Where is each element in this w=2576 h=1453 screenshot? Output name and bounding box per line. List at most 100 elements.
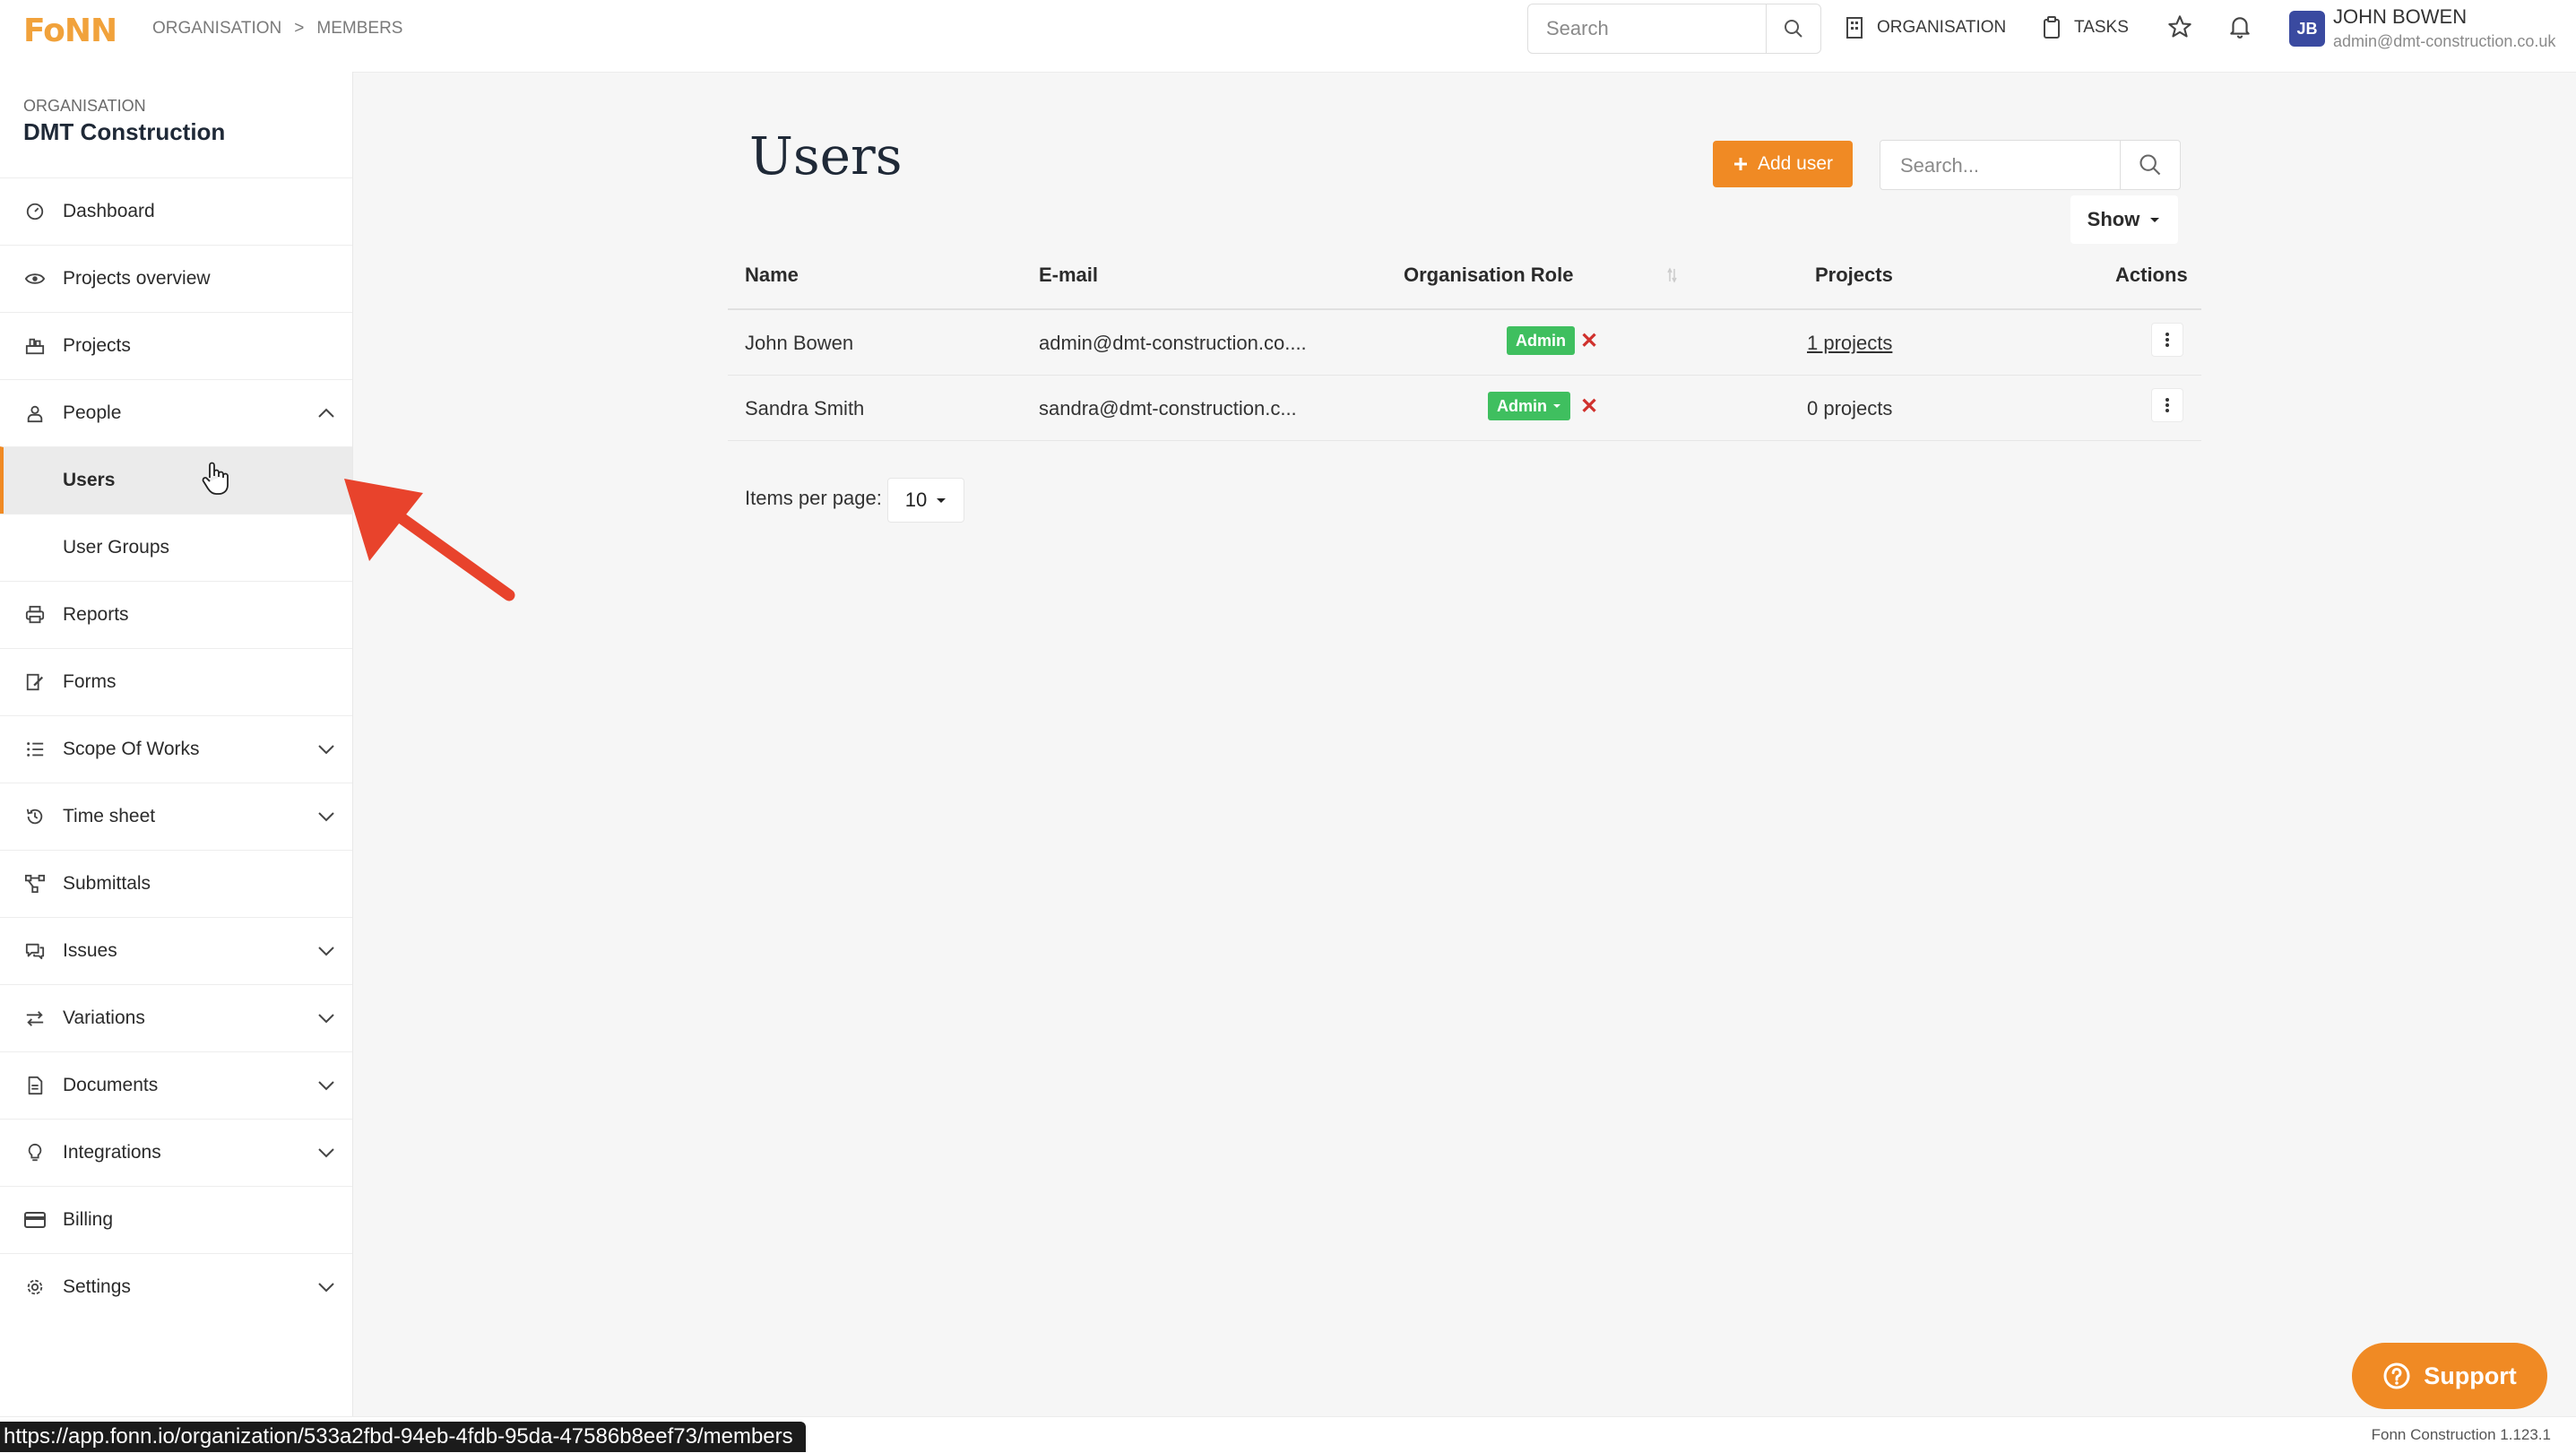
history-icon (23, 805, 47, 828)
sidebar-item-documents[interactable]: Documents (0, 1051, 352, 1119)
column-header-email[interactable]: E-mail (1039, 264, 1098, 287)
user-search-input[interactable] (1898, 148, 2117, 184)
add-user-button[interactable]: Add user (1713, 141, 1853, 187)
column-header-actions: Actions (2115, 264, 2188, 286)
global-search-input[interactable] (1544, 10, 1772, 48)
user-name[interactable]: JOHN BOWEN (2333, 5, 2467, 29)
sort-icon[interactable] (1665, 267, 1678, 283)
organisation-link-label: ORGANISATION (1877, 18, 2007, 37)
users-table: Name E-mail Organisation Role Projects A… (728, 242, 2201, 441)
show-columns-dropdown[interactable]: Show (2070, 195, 2178, 244)
column-header-name[interactable]: Name (745, 264, 799, 287)
checklist-icon (23, 738, 47, 761)
user-email-cell: sandra@dmt-construction.c... (1039, 397, 1297, 419)
chevron-down-icon[interactable] (316, 1012, 336, 1025)
items-per-page-value: 10 (904, 489, 928, 511)
document-icon (23, 1074, 47, 1097)
sidebar-item-label: Settings (63, 1276, 131, 1297)
card-icon (23, 1208, 47, 1232)
table-row: Sandra Smith sandra@dmt-construction.c..… (728, 376, 2201, 441)
kebab-menu-icon (2165, 333, 2169, 347)
annotation-arrow-icon (344, 479, 515, 601)
top-bar: FoNN ORGANISATION > MEMBERS ORGANISATION… (0, 0, 2576, 73)
sidebar-item-label: Documents (63, 1075, 159, 1095)
user-email-cell: admin@dmt-construction.co.... (1039, 332, 1307, 354)
chevron-down-icon[interactable] (316, 1281, 336, 1293)
sidebar: ORGANISATION DMT Construction Dashboard … (0, 72, 353, 1416)
sidebar-item-billing[interactable]: Billing (0, 1186, 352, 1253)
breadcrumb-separator: > (294, 19, 305, 38)
sidebar-item-variations[interactable]: Variations (0, 984, 352, 1051)
hand-cursor-icon (201, 460, 229, 496)
support-button[interactable]: Support (2352, 1343, 2547, 1409)
sidebar-item-settings[interactable]: Settings (0, 1253, 352, 1320)
tasks-link[interactable]: TASKS (2042, 16, 2129, 39)
search-icon (2139, 154, 2161, 176)
breadcrumb-members[interactable]: MEMBERS (316, 19, 402, 39)
column-header-role[interactable]: Organisation Role (1404, 264, 1573, 287)
kebab-menu-icon (2165, 398, 2169, 412)
show-label: Show (2087, 208, 2140, 230)
role-badge[interactable]: Admin (1507, 326, 1575, 355)
chevron-up-icon[interactable] (316, 407, 336, 419)
global-search-button[interactable] (1766, 4, 1820, 53)
plus-icon (1733, 158, 1747, 170)
role-dropdown[interactable]: Admin (1488, 392, 1570, 420)
items-per-page-select[interactable]: 10 (887, 478, 964, 523)
global-search (1527, 4, 1821, 54)
sidebar-item-integrations[interactable]: Integrations (0, 1119, 352, 1186)
form-edit-icon (23, 670, 47, 694)
row-actions-button[interactable] (2151, 323, 2183, 357)
sidebar-item-time-sheet[interactable]: Time sheet (0, 783, 352, 850)
chat-icon (23, 939, 47, 963)
user-name-cell[interactable]: John Bowen (745, 332, 853, 355)
dashboard-icon (23, 200, 47, 223)
breadcrumb-organisation[interactable]: ORGANISATION (152, 19, 281, 39)
sidebar-item-projects-overview[interactable]: Projects overview (0, 245, 352, 312)
caret-down-icon (937, 498, 947, 503)
sidebar-item-dashboard[interactable]: Dashboard (0, 177, 352, 245)
org-label: ORGANISATION (23, 97, 146, 115)
sidebar-item-projects[interactable]: Projects (0, 312, 352, 379)
chevron-down-icon[interactable] (316, 945, 336, 957)
sidebar-item-issues[interactable]: Issues (0, 917, 352, 984)
breadcrumb: ORGANISATION > MEMBERS (152, 19, 402, 39)
sidebar-item-submittals[interactable]: Submittals (0, 850, 352, 917)
sidebar-item-label: Forms (63, 671, 117, 692)
user-search-button[interactable] (2120, 141, 2180, 189)
fonn-logo[interactable]: FoNN (23, 13, 117, 49)
user-name-cell[interactable]: Sandra Smith (745, 397, 864, 420)
organisation-link[interactable]: ORGANISATION (1845, 16, 2006, 39)
sidebar-item-forms[interactable]: Forms (0, 648, 352, 715)
sidebar-item-label: Variations (63, 1008, 145, 1028)
sidebar-item-reports[interactable]: Reports (0, 581, 352, 648)
sidebar-item-user-groups[interactable]: User Groups (0, 514, 352, 581)
projects-link[interactable]: 1 projects (1807, 332, 1892, 354)
sidebar-item-users[interactable]: Users (0, 446, 352, 514)
sidebar-item-label: Scope Of Works (63, 739, 200, 759)
row-actions-button[interactable] (2151, 388, 2183, 422)
sidebar-item-label: Time sheet (63, 806, 156, 826)
gear-icon (23, 1276, 47, 1299)
avatar[interactable]: JB (2289, 11, 2325, 47)
remove-role-icon[interactable]: ✕ (1580, 328, 1598, 354)
version-label: Fonn Construction 1.123.1 (2371, 1426, 2551, 1443)
sidebar-item-people[interactable]: People (0, 379, 352, 446)
chevron-down-icon[interactable] (316, 810, 336, 823)
remove-role-icon[interactable]: ✕ (1580, 394, 1598, 419)
sidebar-item-label: Projects (63, 335, 131, 356)
chevron-down-icon[interactable] (316, 1146, 336, 1159)
sidebar-item-scope-of-works[interactable]: Scope Of Works (0, 715, 352, 783)
sidebar-item-label: Billing (63, 1209, 114, 1230)
org-name: DMT Construction (23, 118, 226, 145)
column-header-projects[interactable]: Projects (1815, 264, 1893, 287)
projects-cell[interactable]: 1 projects (1807, 332, 1892, 355)
status-bar-url: https://app.fonn.io/organization/533a2fb… (0, 1422, 806, 1452)
favorites-button[interactable] (2167, 14, 2192, 39)
notifications-button[interactable] (2228, 14, 2252, 39)
user-search (1880, 140, 2181, 190)
chevron-down-icon[interactable] (316, 1079, 336, 1092)
workflow-icon (23, 872, 47, 895)
bulb-icon (23, 1141, 47, 1164)
chevron-down-icon[interactable] (316, 743, 336, 756)
